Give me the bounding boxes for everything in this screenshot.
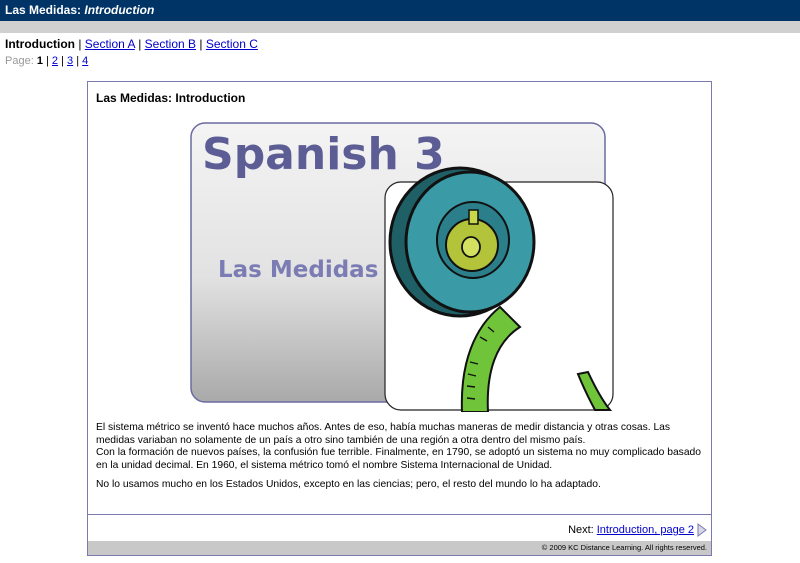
separator: | <box>76 55 80 67</box>
content-frame: Las Medidas: Introduction Spanish 3 Las … <box>87 81 712 556</box>
section-link-a[interactable]: Section A <box>85 37 135 51</box>
copyright-footer: © 2009 KC Distance Learning. All rights … <box>88 541 711 555</box>
content-title: Las Medidas: Introduction <box>96 91 246 105</box>
header-divider-bar <box>0 21 800 33</box>
page-link-4[interactable]: 4 <box>82 55 88 67</box>
next-label: Next: <box>568 524 594 536</box>
lesson-graphic: Spanish 3 Las Medidas <box>190 122 614 412</box>
paragraph: No lo usamos mucho en los Estados Unidos… <box>96 478 601 490</box>
page-current: 1 <box>36 55 43 67</box>
next-arrow-icon[interactable] <box>697 523 707 537</box>
page-link-2[interactable]: 2 <box>52 55 58 67</box>
separator: | <box>199 37 203 51</box>
separator: | <box>138 37 142 51</box>
content-body: El sistema métrico se inventó hace mucho… <box>96 422 706 498</box>
window-title: Las Medidas: Introduction <box>5 3 155 17</box>
measuring-tape-icon <box>384 166 614 412</box>
paragraph-sentence: Con la formación de nuevos países, la co… <box>96 447 702 472</box>
footer-divider <box>88 514 711 515</box>
section-link-b[interactable]: Section B <box>145 37 196 51</box>
paragraph: El sistema métrico se inventó hace mucho… <box>96 422 706 473</box>
title-bar: Las Medidas: Introduction <box>0 0 800 21</box>
section-current: Introduction <box>5 37 75 51</box>
next-page-link[interactable]: Introduction, page 2 <box>597 524 694 536</box>
page-nav: Page: 1 | 2 | 3 | 4 <box>5 55 88 67</box>
separator: | <box>78 37 82 51</box>
section-link-c[interactable]: Section C <box>206 37 258 51</box>
graphic-heading: Spanish 3 <box>202 129 445 180</box>
page-link-3[interactable]: 3 <box>67 55 73 67</box>
next-navigation: Next: Introduction, page 2 <box>568 523 707 537</box>
graphic-subheading: Las Medidas <box>218 257 378 283</box>
section-nav: Introduction | Section A | Section B | S… <box>5 37 258 51</box>
page-label: Page: <box>5 55 34 67</box>
window-title-italic: Introduction <box>84 3 155 17</box>
separator: | <box>46 55 49 67</box>
copyright-text: © 2009 KC Distance Learning. All rights … <box>541 543 707 552</box>
separator: | <box>61 55 64 67</box>
paragraph-sentence: El sistema métrico se inventó hace mucho… <box>96 422 671 446</box>
